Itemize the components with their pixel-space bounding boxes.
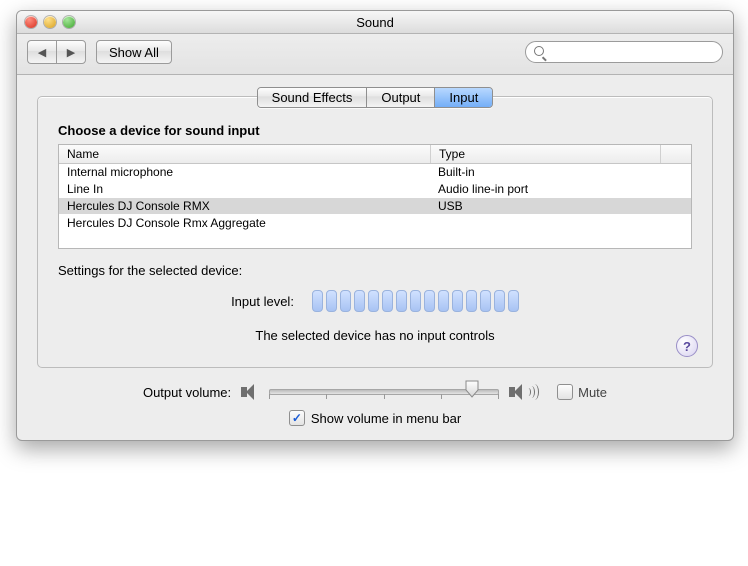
settings-label: Settings for the selected device: [58, 263, 692, 278]
device-name: Hercules DJ Console RMX [59, 198, 430, 214]
level-bar [480, 290, 491, 312]
col-header-type[interactable]: Type [431, 145, 661, 163]
output-volume-slider[interactable] [269, 382, 499, 402]
device-type: Built-in [430, 164, 691, 180]
window-controls [25, 16, 75, 28]
tab-sound-effects[interactable]: Sound Effects [258, 88, 368, 107]
footer: Output volume: [37, 382, 713, 426]
show-all-button[interactable]: Show All [96, 40, 172, 64]
col-header-name[interactable]: Name [59, 145, 431, 163]
input-level-label: Input level: [231, 294, 294, 309]
speaker-loud-icon [509, 384, 527, 400]
back-button[interactable]: ◀ [27, 40, 56, 64]
tab-input[interactable]: Input [435, 88, 492, 107]
table-empty-row [59, 232, 691, 248]
level-bar [410, 290, 421, 312]
chevron-left-icon: ◀ [38, 46, 46, 59]
menubar-label: Show volume in menu bar [311, 411, 461, 426]
device-name: Hercules DJ Console Rmx Aggregate [59, 215, 430, 231]
help-icon: ? [683, 339, 691, 354]
input-level-row: Input level: [58, 290, 692, 312]
tab-output[interactable]: Output [367, 88, 435, 107]
forward-button[interactable]: ▶ [56, 40, 86, 64]
level-bar [340, 290, 351, 312]
device-name: Internal microphone [59, 164, 430, 180]
device-type: USB [430, 198, 691, 214]
pane-heading: Choose a device for sound input [58, 123, 692, 138]
level-bar [508, 290, 519, 312]
nav-buttons: ◀ ▶ [27, 40, 86, 64]
level-bar [396, 290, 407, 312]
level-bar [424, 290, 435, 312]
input-pane: Choose a device for sound input Name Typ… [37, 96, 713, 368]
col-header-end [661, 145, 691, 163]
device-table: Name Type Internal microphoneBuilt-inLin… [58, 144, 692, 249]
level-bar [354, 290, 365, 312]
table-header: Name Type [59, 145, 691, 164]
menubar-row: Show volume in menu bar [289, 410, 461, 426]
sound-prefs-window: Sound ◀ ▶ Show All Sound EffectsOutputIn… [16, 10, 734, 441]
content: Sound EffectsOutputInput Choose a device… [17, 75, 733, 440]
output-volume-label: Output volume: [143, 385, 231, 400]
mute-row: Mute [557, 384, 607, 400]
mute-checkbox[interactable] [557, 384, 573, 400]
window-title: Sound [17, 15, 733, 30]
table-row[interactable]: Hercules DJ Console Rmx Aggregate [59, 215, 691, 232]
level-bar [466, 290, 477, 312]
help-button[interactable]: ? [676, 335, 698, 357]
titlebar[interactable]: Sound [17, 11, 733, 34]
minimize-icon[interactable] [44, 16, 56, 28]
device-type: Audio line-in port [430, 181, 691, 197]
slider-thumb[interactable] [465, 380, 479, 398]
show-all-label: Show All [109, 45, 159, 60]
level-bar [452, 290, 463, 312]
search-icon [534, 46, 546, 58]
search-field[interactable] [525, 41, 723, 63]
level-bar [326, 290, 337, 312]
table-row[interactable]: Hercules DJ Console RMXUSB [59, 198, 691, 215]
mute-label: Mute [578, 385, 607, 400]
device-type [430, 215, 691, 231]
table-row[interactable]: Line InAudio line-in port [59, 181, 691, 198]
device-name: Line In [59, 181, 430, 197]
search-input[interactable] [551, 44, 714, 60]
level-bar [382, 290, 393, 312]
level-bar [438, 290, 449, 312]
tab-bar: Sound EffectsOutputInput [37, 87, 713, 108]
table-row[interactable]: Internal microphoneBuilt-in [59, 164, 691, 181]
output-volume-row: Output volume: [143, 382, 607, 402]
speaker-quiet-icon [241, 384, 259, 400]
toolbar: ◀ ▶ Show All [17, 34, 733, 75]
close-icon[interactable] [25, 16, 37, 28]
level-bar [368, 290, 379, 312]
input-level-meter [312, 290, 519, 312]
level-bar [494, 290, 505, 312]
no-controls-message: The selected device has no input control… [58, 328, 692, 343]
chevron-right-icon: ▶ [67, 46, 75, 59]
level-bar [312, 290, 323, 312]
zoom-icon[interactable] [63, 16, 75, 28]
menubar-checkbox[interactable] [289, 410, 305, 426]
